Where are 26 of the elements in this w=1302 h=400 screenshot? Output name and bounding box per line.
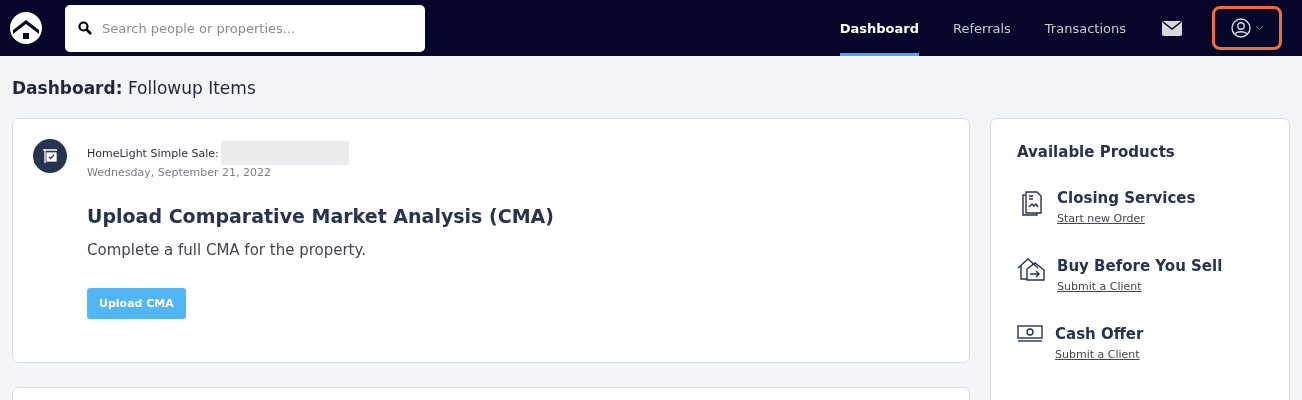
nav-tab[interactable]: Dashboard bbox=[839, 0, 919, 56]
page-title: Dashboard: Followup Items bbox=[12, 78, 257, 98]
product-link[interactable]: Submit a Client bbox=[1057, 280, 1142, 293]
house-logo-icon[interactable] bbox=[10, 12, 42, 44]
search-icon bbox=[78, 20, 92, 35]
product-name: Buy Before You Sell bbox=[1057, 257, 1223, 275]
user-menu-button[interactable] bbox=[1212, 6, 1282, 50]
panel-title: Available Products bbox=[1017, 143, 1176, 161]
banknote-icon bbox=[1017, 325, 1043, 343]
sign-icon bbox=[33, 139, 67, 173]
nav-tab[interactable]: Referrals bbox=[953, 0, 1011, 56]
chevron-down-icon bbox=[1254, 25, 1264, 31]
product-name: Closing Services bbox=[1057, 189, 1196, 207]
nav-tab[interactable]: Transactions bbox=[1044, 0, 1126, 56]
search-field[interactable]: Search people or properties... bbox=[65, 4, 425, 52]
task-description: Complete a full CMA for the property. bbox=[87, 241, 367, 259]
task-date: Wednesday, September 21, 2022 bbox=[87, 166, 272, 179]
product-link[interactable]: Start new Order bbox=[1057, 212, 1145, 225]
product-name: Cash Offer bbox=[1055, 325, 1144, 343]
user-icon bbox=[1230, 18, 1251, 38]
house-arrow-icon bbox=[1017, 257, 1045, 281]
product-link[interactable]: Submit a Client bbox=[1055, 348, 1140, 361]
document-icon bbox=[1021, 191, 1045, 217]
mail-icon[interactable] bbox=[1162, 20, 1182, 36]
task-title: Upload Comparative Market Analysis (CMA) bbox=[87, 205, 554, 227]
task-source: HomeLight Simple Sale: bbox=[87, 146, 219, 160]
